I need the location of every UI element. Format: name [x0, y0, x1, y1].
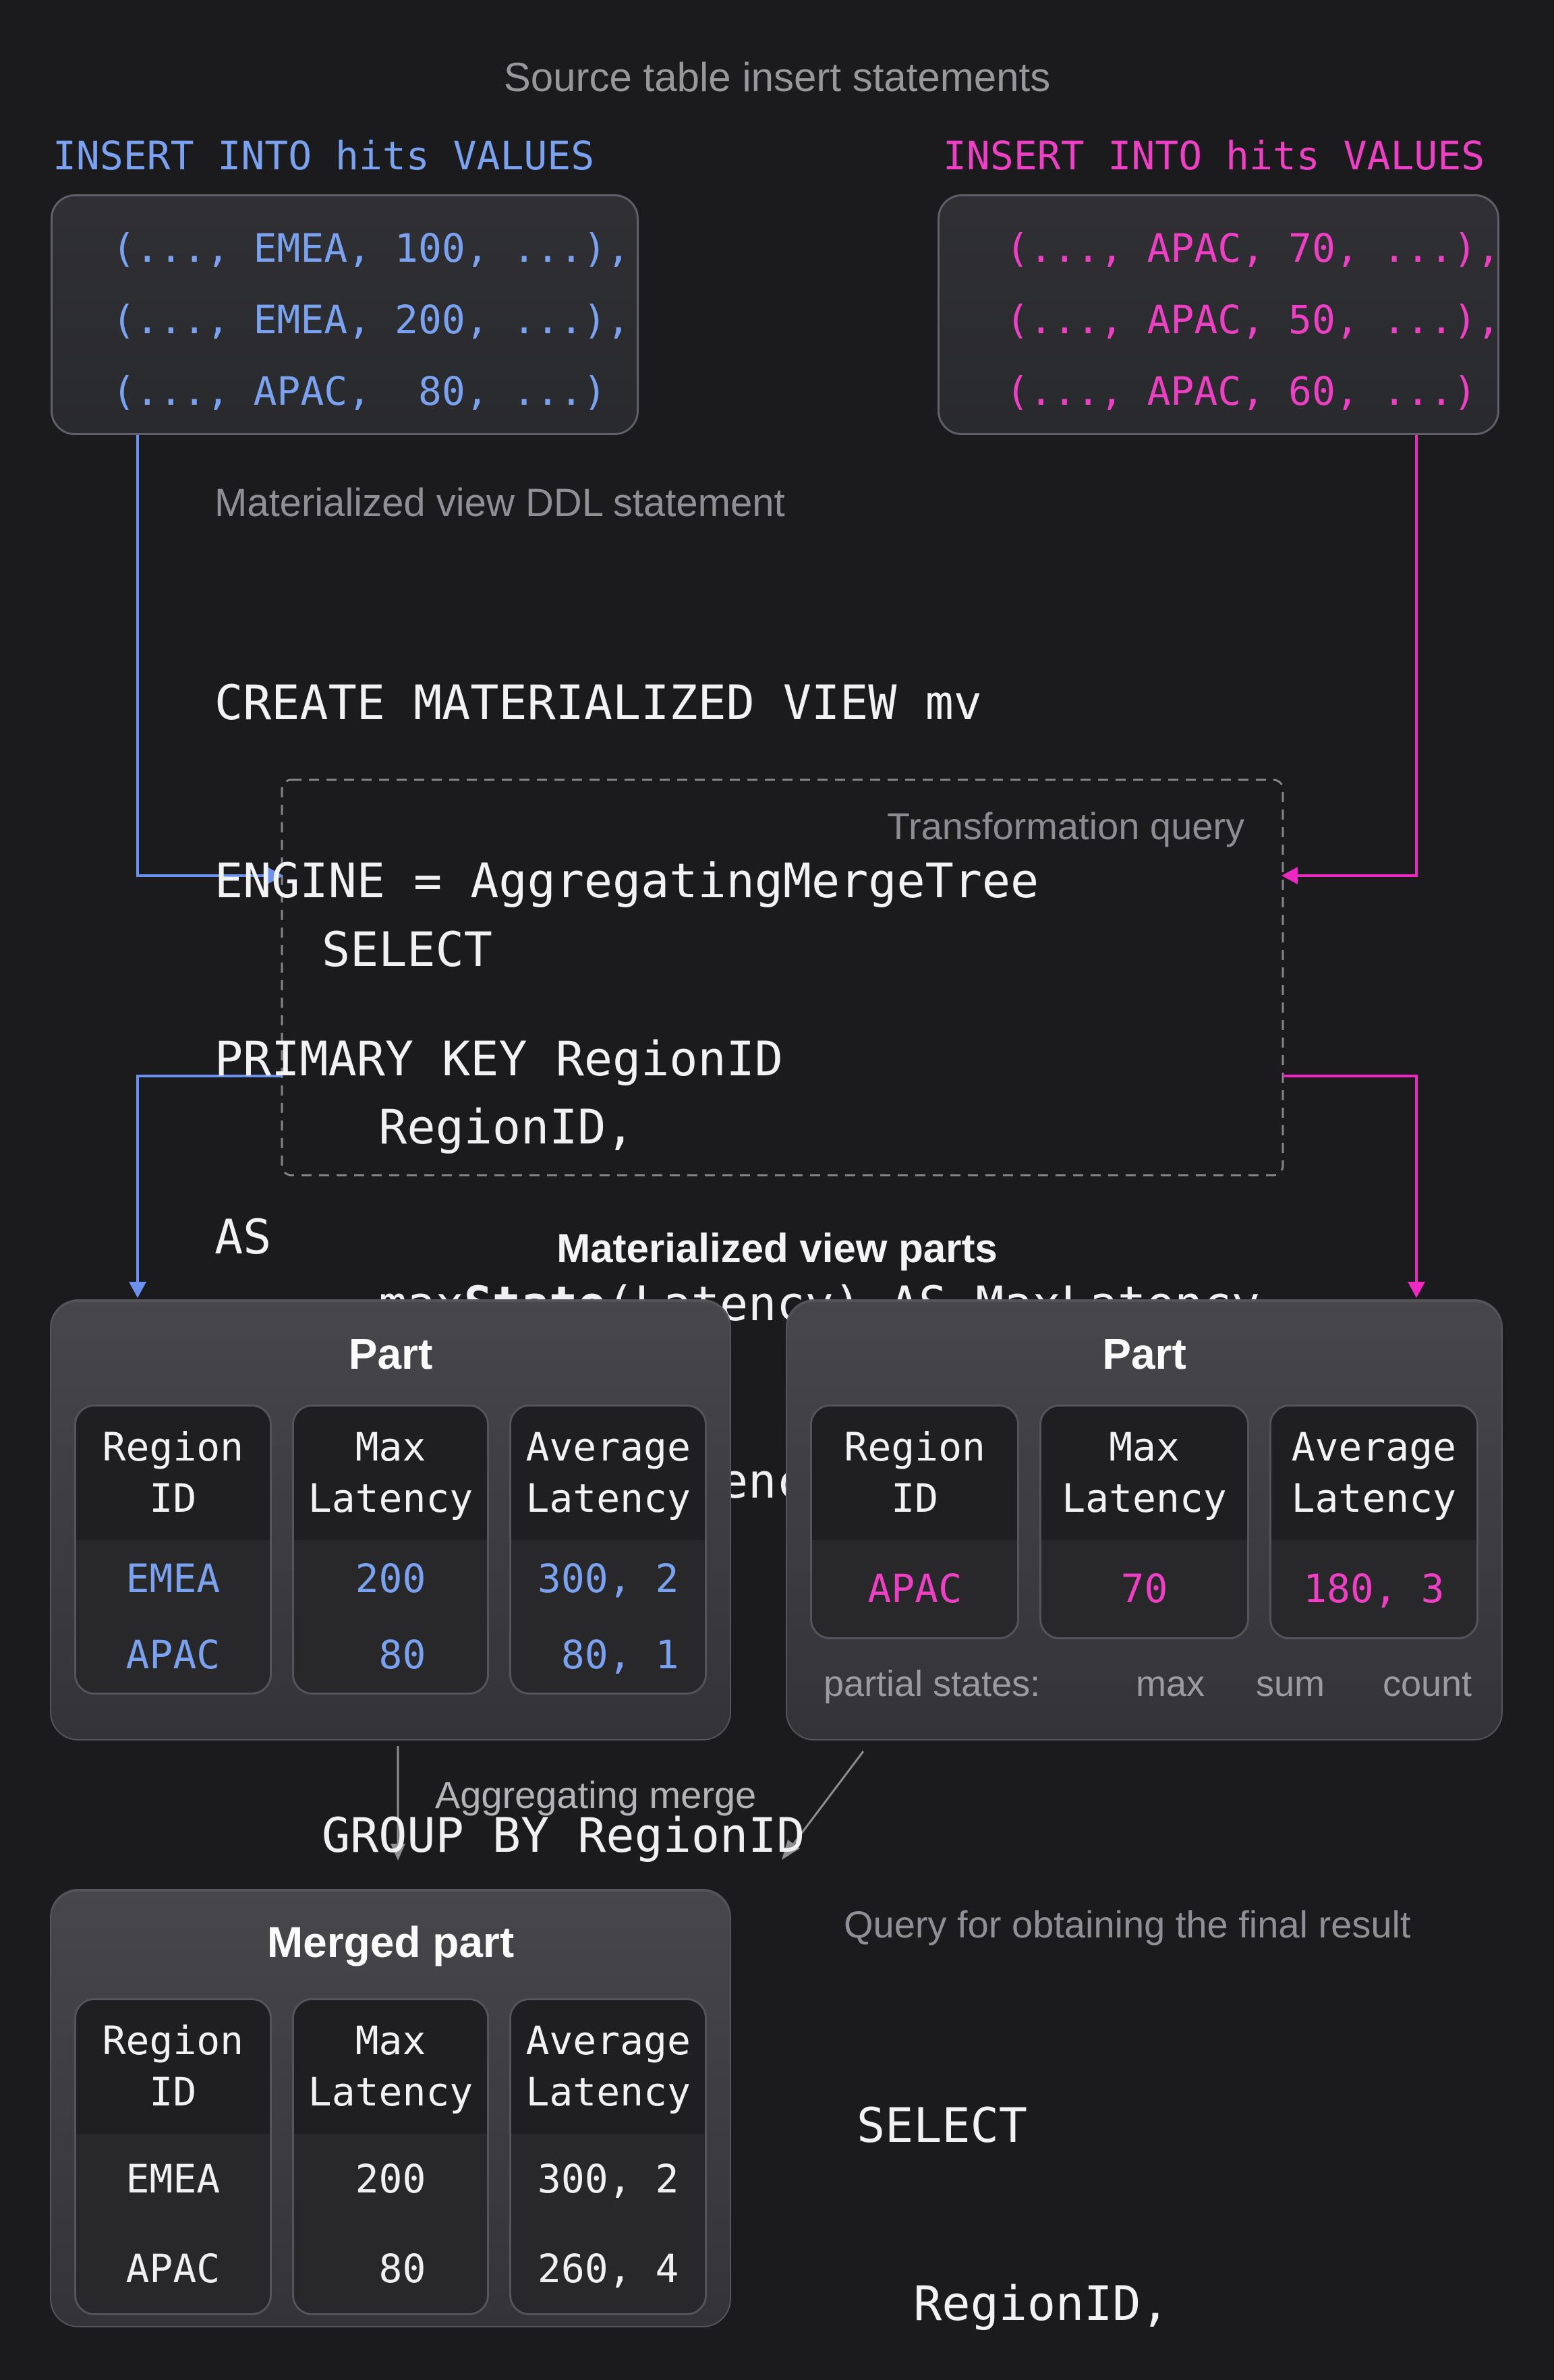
insert-statement-left-header: INSERT INTO hits VALUES	[53, 134, 594, 178]
column-card-region-id: Region ID EMEA APAC	[74, 1998, 272, 2315]
partial-state-sum: sum	[1256, 1663, 1325, 1705]
column-header-line: ID	[812, 1473, 1017, 1524]
part-left-columns: Region ID EMEA APAC Max Latency 200 80	[74, 1405, 707, 1695]
cell-value: 180, 3	[1271, 1566, 1476, 1612]
column-values: 180, 3	[1271, 1540, 1476, 1637]
cell-value: APAC	[76, 2246, 270, 2292]
column-values: 200 80	[294, 2134, 488, 2313]
column-header-line: Average	[1271, 1421, 1476, 1473]
column-header-line: Latency	[294, 2066, 488, 2118]
column-header: Max Latency	[294, 2000, 488, 2134]
column-header-line: Latency	[511, 2066, 705, 2118]
column-values: APAC	[812, 1540, 1017, 1637]
column-header-line: Max	[294, 2015, 488, 2066]
column-values: EMEA APAC	[76, 1540, 270, 1693]
part-panel-left: Part Region ID EMEA APAC Max Latency 200	[50, 1299, 731, 1740]
part-title: Part	[787, 1301, 1501, 1379]
transformation-code-line: RegionID,	[322, 1098, 1260, 1158]
column-values: 70	[1041, 1540, 1246, 1637]
insert-values-left-box: (..., EMEA, 100, ...), (..., EMEA, 200, …	[51, 194, 639, 435]
column-header-line: Latency	[1041, 1473, 1246, 1524]
column-values: 200 80	[294, 1540, 488, 1693]
column-values: 300, 2 80, 1	[511, 1540, 705, 1693]
magenta-arrowhead-into-query	[1282, 867, 1298, 884]
cell-value: 70	[1041, 1566, 1246, 1612]
cell-value: 80, 1	[511, 1632, 705, 1678]
diagram-title: Source table insert statements	[0, 54, 1554, 101]
cell-value: 300, 2	[511, 1556, 705, 1602]
insert-statement-right-header: INSERT INTO hits VALUES	[943, 134, 1485, 178]
cell-value: 200	[294, 1556, 488, 1602]
final-query-code-line: RegionID,	[857, 2274, 1510, 2333]
column-header: Average Latency	[511, 2000, 705, 2134]
cell-value: APAC	[812, 1566, 1017, 1612]
column-card-region-id: Region ID EMEA APAC	[74, 1405, 272, 1695]
insert-right-row: (..., APAC, 70, ...),	[1006, 213, 1497, 284]
insert-right-row: (..., APAC, 50, ...),	[1006, 284, 1497, 356]
insert-left-row: (..., EMEA, 100, ...),	[112, 213, 637, 284]
partial-state-max: max	[1136, 1663, 1205, 1705]
column-header: Region ID	[812, 1407, 1017, 1540]
column-card-region-id: Region ID APAC	[810, 1405, 1019, 1639]
cell-value: 80	[294, 1632, 488, 1678]
final-query-code-line: SELECT	[857, 2096, 1510, 2155]
insert-left-row: (..., APAC, 80, ...)	[112, 356, 637, 427]
column-header-line: Region	[812, 1421, 1017, 1473]
column-card-max-latency: Max Latency 70	[1039, 1405, 1248, 1639]
column-card-max-latency: Max Latency 200 80	[292, 1405, 490, 1695]
final-query-label: Query for obtaining the final result	[844, 1902, 1410, 1946]
mv-parts-section-label: Materialized view parts	[0, 1225, 1554, 1272]
column-header-line: Average	[511, 1421, 705, 1473]
part-panel-right: Part Region ID APAC Max Latency 70	[786, 1299, 1503, 1740]
merged-part-panel: Merged part Region ID EMEA APAC Max Late…	[50, 1889, 731, 2327]
cell-value: APAC	[76, 1632, 270, 1678]
ddl-code-line: CREATE MATERIALIZED VIEW mv	[214, 673, 1039, 733]
partial-state-count: count	[1383, 1663, 1472, 1705]
column-header-line: Latency	[511, 1473, 705, 1524]
final-query-code: SELECT RegionID, maxMerge(MaxLatency), a…	[857, 1977, 1510, 2380]
column-header-line: Region	[76, 1421, 270, 1473]
insert-left-row: (..., EMEA, 200, ...),	[112, 284, 637, 356]
part-title: Part	[51, 1301, 730, 1379]
part-right-columns: Region ID APAC Max Latency 70 Average	[810, 1405, 1478, 1639]
column-values: 300, 2 260, 4	[511, 2134, 705, 2313]
column-header-line: ID	[76, 1473, 270, 1524]
column-header-line: Max	[1041, 1421, 1246, 1473]
column-header: Max Latency	[294, 1407, 488, 1540]
insert-values-right-box: (..., APAC, 70, ...), (..., APAC, 50, ..…	[938, 194, 1499, 435]
column-header: Region ID	[76, 1407, 270, 1540]
column-header: Max Latency	[1041, 1407, 1246, 1540]
aggregating-merge-label: Aggregating merge	[435, 1773, 756, 1817]
column-header-line: ID	[76, 2066, 270, 2118]
merged-part-title: Merged part	[51, 1890, 730, 1967]
cell-value: 80	[294, 2246, 488, 2292]
column-card-average-latency: Average Latency 180, 3	[1269, 1405, 1478, 1639]
aggregating-merge-tree-diagram: Source table insert statements INSERT IN…	[0, 0, 1554, 2380]
partial-states-label: partial states:	[824, 1663, 1040, 1705]
cell-value: EMEA	[76, 2156, 270, 2202]
magenta-flow-into-query	[1296, 433, 1416, 876]
column-header: Region ID	[76, 2000, 270, 2134]
column-header-line: Latency	[1271, 1473, 1476, 1524]
magenta-arrowhead-into-part	[1408, 1282, 1425, 1298]
cell-value: 200	[294, 2156, 488, 2202]
cell-value: 300, 2	[511, 2156, 705, 2202]
column-header: Average Latency	[1271, 1407, 1476, 1540]
insert-right-row: (..., APAC, 60, ...)	[1006, 356, 1497, 427]
ddl-label: Materialized view DDL statement	[214, 480, 785, 526]
column-card-max-latency: Max Latency 200 80	[292, 1998, 490, 2315]
column-values: EMEA APAC	[76, 2134, 270, 2313]
column-card-average-latency: Average Latency 300, 2 260, 4	[509, 1998, 707, 2315]
cell-value: EMEA	[76, 1556, 270, 1602]
blue-arrowhead-into-part	[129, 1282, 146, 1298]
column-header-line: Latency	[294, 1473, 488, 1524]
transformation-code-line: SELECT	[322, 921, 1260, 980]
column-header-line: Average	[511, 2015, 705, 2066]
cell-value: 260, 4	[511, 2246, 705, 2292]
column-header-line: Max	[294, 1421, 488, 1473]
column-header: Average Latency	[511, 1407, 705, 1540]
merged-part-columns: Region ID EMEA APAC Max Latency 200 80	[74, 1998, 707, 2315]
column-header-line: Region	[76, 2015, 270, 2066]
column-card-average-latency: Average Latency 300, 2 80, 1	[509, 1405, 707, 1695]
